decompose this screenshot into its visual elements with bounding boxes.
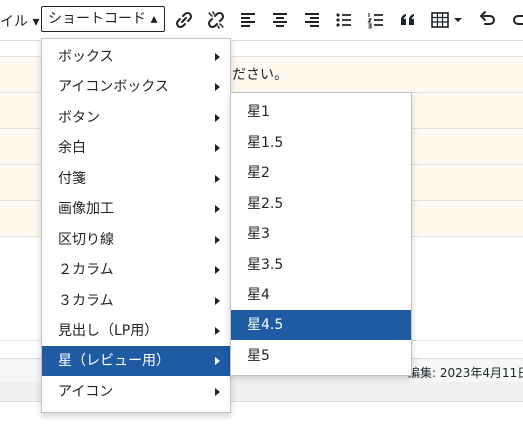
align-center-icon[interactable]	[270, 10, 290, 30]
menu-item-divider-line[interactable]: 区切り線	[42, 225, 230, 255]
submenu-arrow-icon	[215, 297, 220, 305]
link-icon[interactable]	[174, 10, 194, 30]
redo-icon[interactable]	[510, 10, 523, 30]
submenu-item-star-1[interactable]: 星1	[231, 97, 411, 127]
menu-item-sticky-note[interactable]: 付箋	[42, 164, 230, 194]
editor-content-text[interactable]: ださい。	[232, 64, 288, 84]
menu-item-spacing[interactable]: 余白	[42, 133, 230, 163]
stars-submenu: 星1 星1.5 星2 星2.5 星3 星3.5 星4 星4.5 星5	[230, 92, 412, 376]
table-icon[interactable]	[430, 10, 450, 30]
submenu-arrow-icon	[215, 388, 220, 396]
menu-item-box[interactable]: ボックス	[42, 42, 230, 72]
numbered-list-icon[interactable]	[366, 10, 386, 30]
submenu-arrow-icon	[215, 175, 220, 183]
submenu-item-star-2-5[interactable]: 星2.5	[231, 189, 411, 219]
chevron-down-icon[interactable]	[453, 10, 463, 30]
blockquote-icon[interactable]	[398, 10, 418, 30]
menu-item-three-column[interactable]: ３カラム	[42, 286, 230, 316]
menu-item-button[interactable]: ボタン	[42, 103, 230, 133]
menu-item-review-stars[interactable]: 星（レビュー用）	[42, 346, 230, 376]
submenu-item-star-4[interactable]: 星4	[231, 280, 411, 310]
align-left-icon[interactable]	[238, 10, 258, 30]
submenu-arrow-icon	[215, 205, 220, 213]
submenu-arrow-icon	[215, 114, 220, 122]
submenu-item-star-2[interactable]: 星2	[231, 158, 411, 188]
last-edited-text: 編集: 2023年4月11日	[408, 366, 523, 380]
submenu-item-star-1-5[interactable]: 星1.5	[231, 128, 411, 158]
submenu-arrow-icon	[215, 357, 220, 365]
align-right-icon[interactable]	[302, 10, 322, 30]
submenu-item-star-3[interactable]: 星3	[231, 219, 411, 249]
menu-item-lp-heading[interactable]: 見出し（LP用）	[42, 316, 230, 346]
submenu-arrow-icon	[215, 144, 220, 152]
submenu-item-star-5[interactable]: 星5	[231, 341, 411, 371]
submenu-arrow-icon	[215, 327, 220, 335]
style-dropdown[interactable]: イル ▾	[0, 11, 39, 31]
shortcode-menu: ボックス アイコンボックス ボタン 余白 付箋 画像加工 区切り線 ２カラム ３…	[41, 38, 231, 413]
bullet-list-icon[interactable]	[334, 10, 354, 30]
submenu-arrow-icon	[215, 236, 220, 244]
submenu-arrow-icon	[215, 83, 220, 91]
menu-item-icon[interactable]: アイコン	[42, 377, 230, 407]
submenu-arrow-icon	[215, 53, 220, 61]
menu-item-two-column[interactable]: ２カラム	[42, 255, 230, 285]
unlink-icon[interactable]	[206, 10, 226, 30]
menu-item-icon-box[interactable]: アイコンボックス	[42, 72, 230, 102]
shortcode-dropdown[interactable]: ショートコード ▴	[41, 6, 165, 32]
submenu-item-star-4-5[interactable]: 星4.5	[231, 310, 411, 340]
submenu-arrow-icon	[215, 266, 220, 274]
submenu-item-star-3-5[interactable]: 星3.5	[231, 250, 411, 280]
editor-toolbar: イル ▾ ショートコード ▴	[0, 0, 523, 41]
undo-icon[interactable]	[478, 10, 498, 30]
menu-item-image-effect[interactable]: 画像加工	[42, 194, 230, 224]
